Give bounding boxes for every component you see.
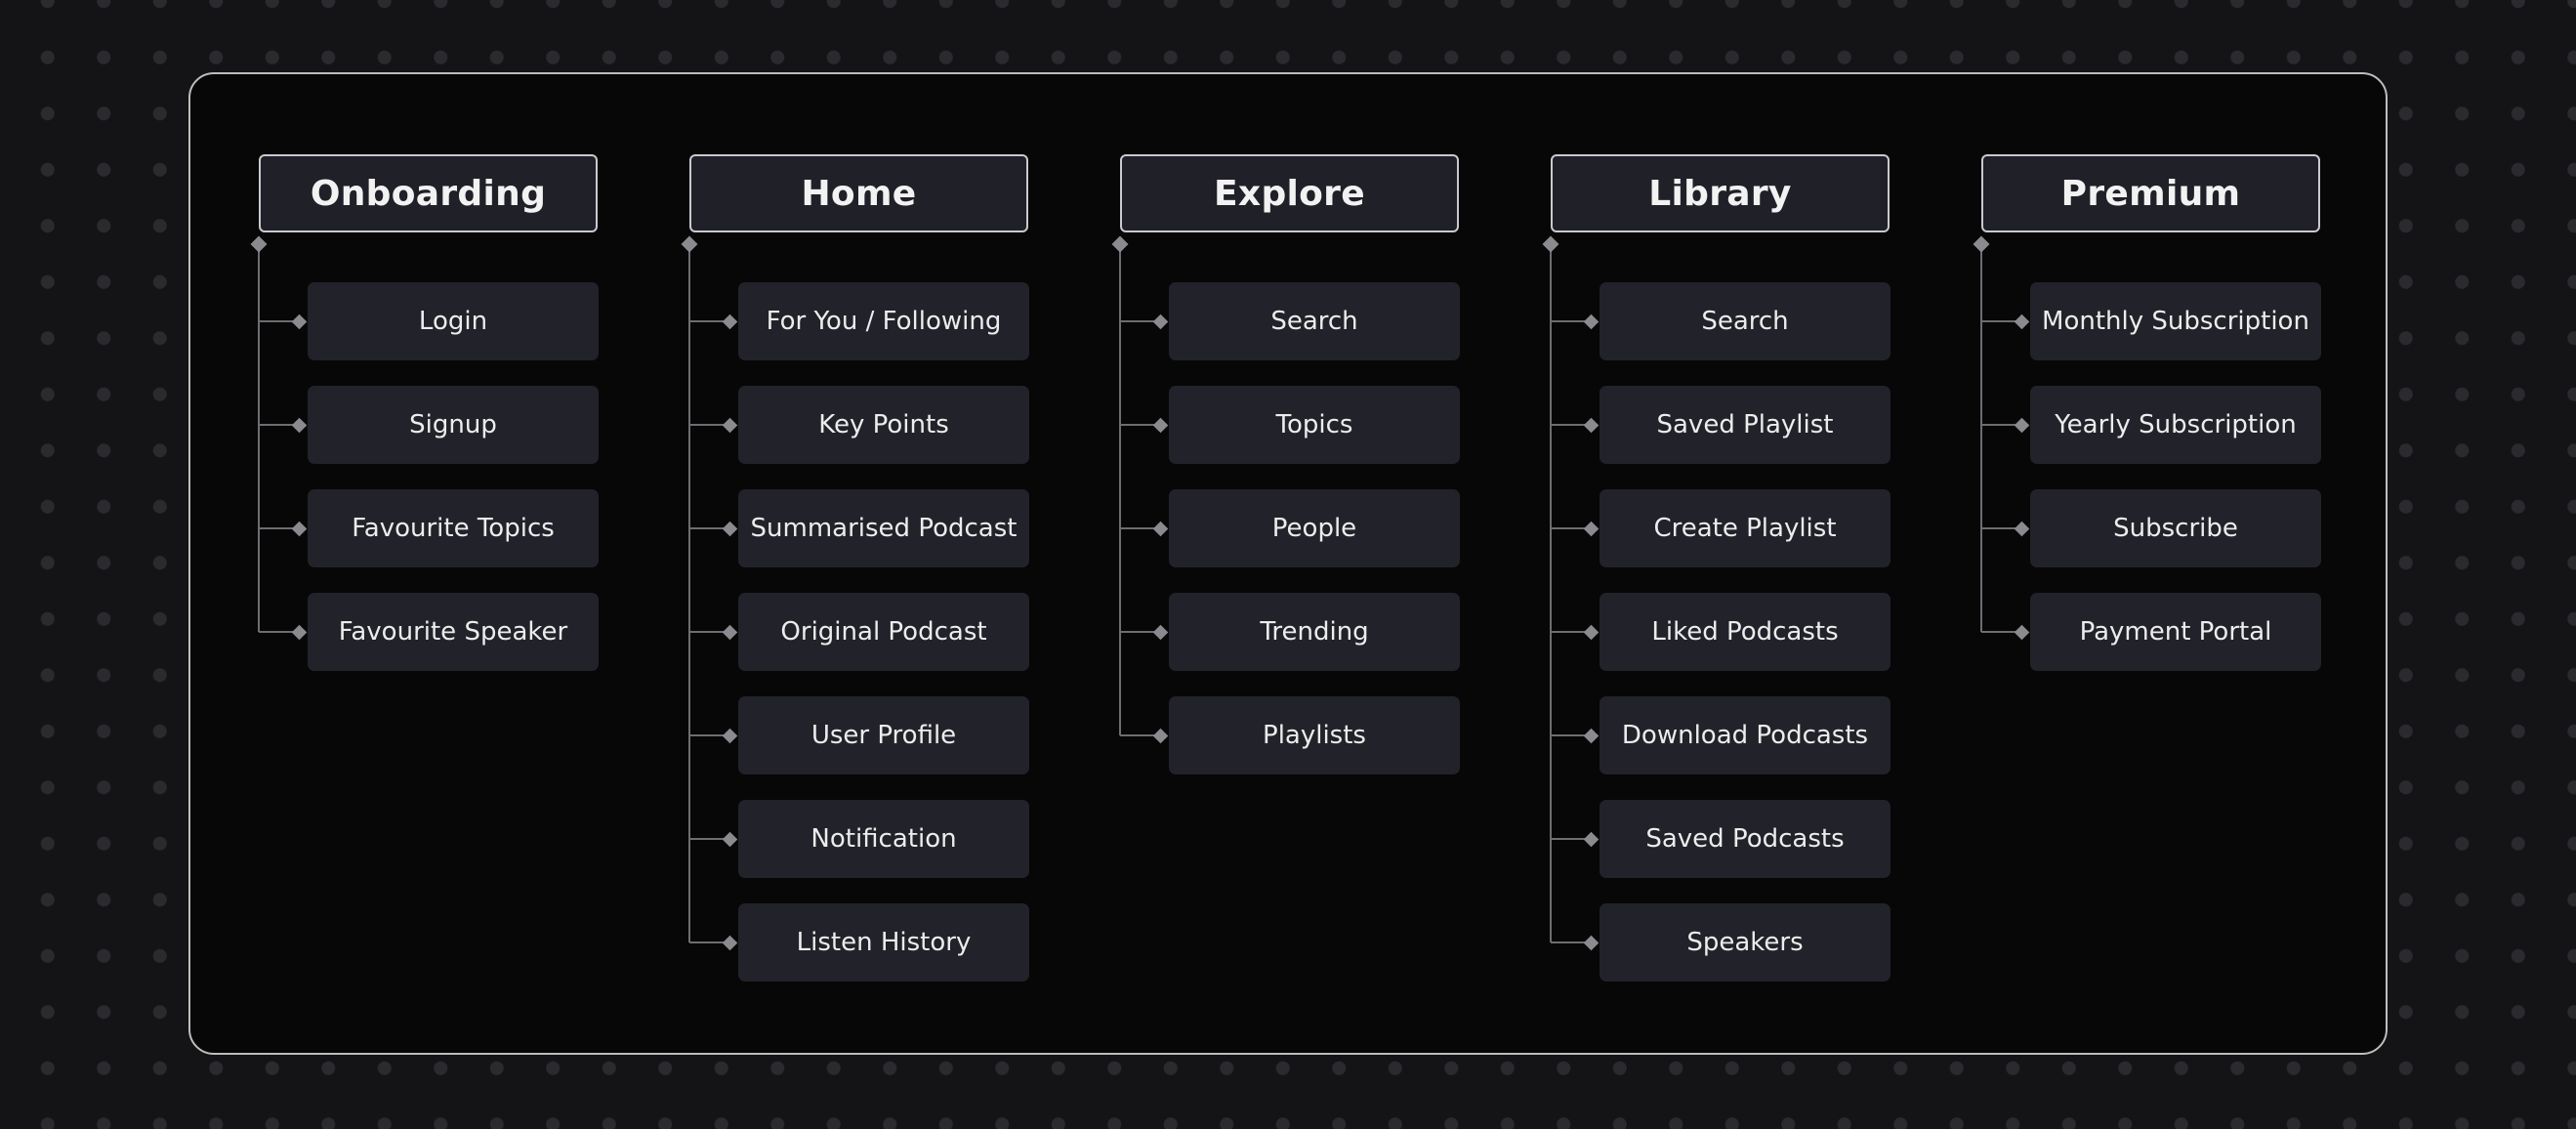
node-home-notification[interactable]: Notification xyxy=(738,800,1029,878)
connector-node xyxy=(291,417,308,433)
connector-node xyxy=(1152,728,1169,743)
connector-node xyxy=(1583,728,1600,743)
connector-node xyxy=(722,935,738,950)
connector-node xyxy=(250,235,268,253)
node-home-for-you-following[interactable]: For You / Following xyxy=(738,282,1029,360)
connector-node xyxy=(1583,521,1600,536)
connector-node xyxy=(2014,624,2030,640)
connector-node xyxy=(1583,624,1600,640)
connector-node xyxy=(2014,314,2030,329)
connector-node xyxy=(291,521,308,536)
connector-node xyxy=(1152,417,1169,433)
node-explore-search[interactable]: Search xyxy=(1169,282,1460,360)
node-onboarding-signup[interactable]: Signup xyxy=(308,386,599,464)
connector-node xyxy=(681,235,698,253)
node-home-key-points[interactable]: Key Points xyxy=(738,386,1029,464)
node-explore-playlists[interactable]: Playlists xyxy=(1169,696,1460,774)
connector-node xyxy=(1583,831,1600,847)
node-library-speakers[interactable]: Speakers xyxy=(1600,903,1890,982)
column-header-premium[interactable]: Premium xyxy=(1981,154,2320,232)
node-premium-monthly-subscription[interactable]: Monthly Subscription xyxy=(2030,282,2321,360)
node-premium-yearly-subscription[interactable]: Yearly Subscription xyxy=(2030,386,2321,464)
connector-spine xyxy=(1119,244,1121,735)
node-library-saved-podcasts[interactable]: Saved Podcasts xyxy=(1600,800,1890,878)
connector-node xyxy=(2014,521,2030,536)
node-onboarding-favourite-topics[interactable]: Favourite Topics xyxy=(308,489,599,567)
node-onboarding-login[interactable]: Login xyxy=(308,282,599,360)
node-home-listen-history[interactable]: Listen History xyxy=(738,903,1029,982)
connector-node xyxy=(722,417,738,433)
node-premium-subscribe[interactable]: Subscribe xyxy=(2030,489,2321,567)
node-explore-trending[interactable]: Trending xyxy=(1169,593,1460,671)
node-home-summarised-podcast[interactable]: Summarised Podcast xyxy=(738,489,1029,567)
connector-node xyxy=(722,728,738,743)
node-premium-payment-portal[interactable]: Payment Portal xyxy=(2030,593,2321,671)
connector-node xyxy=(291,314,308,329)
connector-node xyxy=(291,624,308,640)
connector-spine xyxy=(1980,244,1982,632)
connector-node xyxy=(2014,417,2030,433)
connector-node xyxy=(1583,314,1600,329)
node-library-saved-playlist[interactable]: Saved Playlist xyxy=(1600,386,1890,464)
node-explore-people[interactable]: People xyxy=(1169,489,1460,567)
connector-node xyxy=(1583,417,1600,433)
connector-node xyxy=(1152,624,1169,640)
connector-node xyxy=(722,521,738,536)
column-header-home[interactable]: Home xyxy=(689,154,1028,232)
column-header-onboarding[interactable]: Onboarding xyxy=(259,154,598,232)
node-explore-topics[interactable]: Topics xyxy=(1169,386,1460,464)
node-library-search[interactable]: Search xyxy=(1600,282,1890,360)
node-library-download-podcasts[interactable]: Download Podcasts xyxy=(1600,696,1890,774)
connector-node xyxy=(1152,521,1169,536)
connector-node xyxy=(1973,235,1990,253)
sitemap-panel: Onboarding Login Signup Favourite Topics Fav… xyxy=(188,72,2388,1055)
connector-node xyxy=(1583,935,1600,950)
connector-node xyxy=(1111,235,1129,253)
node-home-user-profile[interactable]: User Profile xyxy=(738,696,1029,774)
connector-node xyxy=(1152,314,1169,329)
connector-node xyxy=(722,831,738,847)
column-header-library[interactable]: Library xyxy=(1551,154,1890,232)
connector-node xyxy=(722,314,738,329)
column-header-explore[interactable]: Explore xyxy=(1120,154,1459,232)
node-library-liked-podcasts[interactable]: Liked Podcasts xyxy=(1600,593,1890,671)
node-library-create-playlist[interactable]: Create Playlist xyxy=(1600,489,1890,567)
connector-node xyxy=(722,624,738,640)
connector-spine xyxy=(258,244,260,632)
node-onboarding-favourite-speaker[interactable]: Favourite Speaker xyxy=(308,593,599,671)
node-home-original-podcast[interactable]: Original Podcast xyxy=(738,593,1029,671)
connector-node xyxy=(1542,235,1559,253)
